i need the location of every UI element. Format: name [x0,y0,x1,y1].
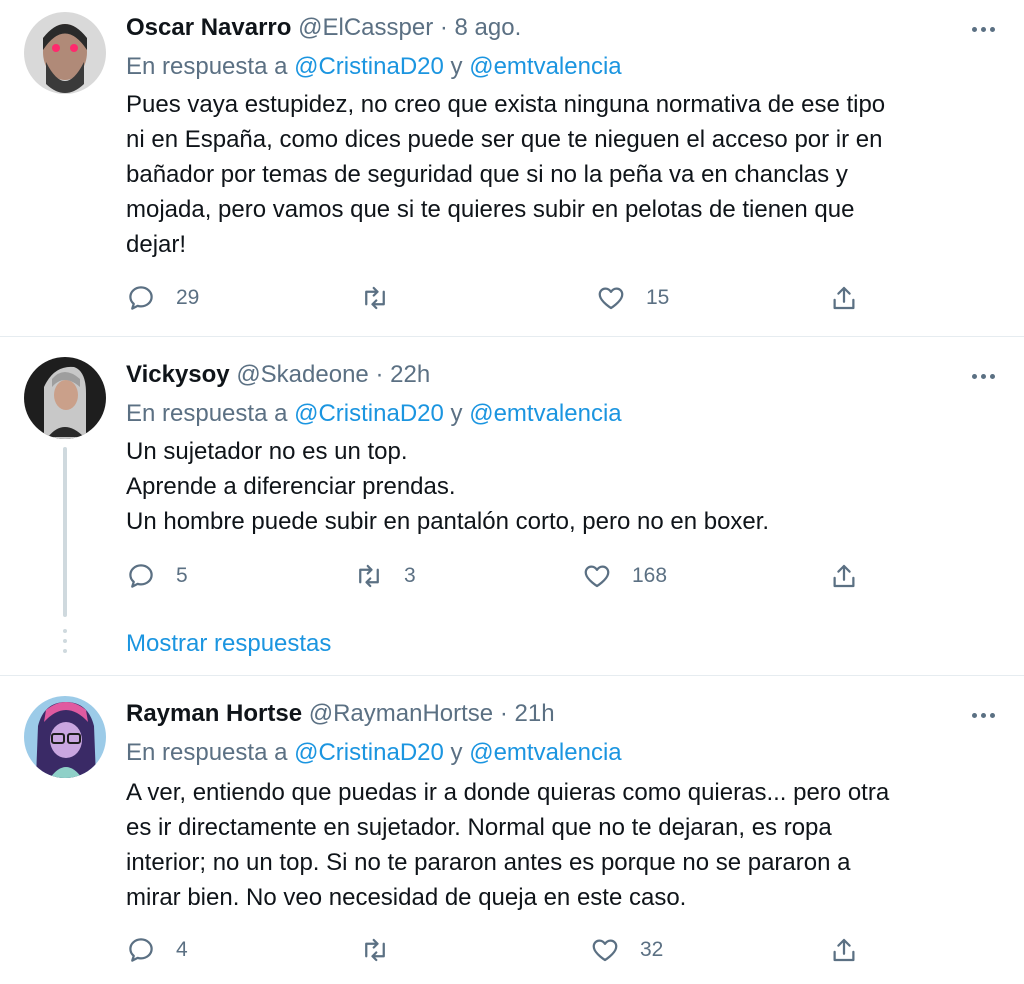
tweet-vickysoy[interactable]: Vickysoy @Skadeone · 22h En respuesta a … [0,337,1024,675]
reply-joiner: y [450,400,463,427]
author-name[interactable]: Vickysoy [126,361,230,388]
mention-link[interactable]: @emtvalencia [469,739,621,766]
reply-prefix: En respuesta a [126,739,288,766]
reply-joiner: y [450,739,463,766]
more-icon[interactable] [968,700,998,730]
author-name[interactable]: Rayman Hortse [126,700,302,727]
tweet-oscar-navarro[interactable]: Oscar Navarro @ElCassper · 8 ago. En res… [0,0,1024,336]
like-count: 168 [632,564,668,587]
avatar[interactable] [24,357,106,439]
avatar[interactable] [24,696,106,778]
like-count: 15 [646,286,670,309]
tweet-rayman-hortse[interactable]: Rayman Hortse @RaymanHortse · 21h En res… [0,676,1024,984]
like-button[interactable]: 15 [596,278,669,318]
tweet-text-line: interior; no un top. Si no te pararon an… [126,849,851,876]
tweet-text-line: ni en España, como dices puede ser que t… [126,126,883,153]
reply-joiner: y [450,53,463,80]
tweet-text-line: dejar! [126,231,187,258]
tweet-actions: 4 32 [126,930,886,970]
mention-link[interactable]: @emtvalencia [469,53,621,80]
share-button[interactable] [829,278,859,318]
like-icon [592,939,618,962]
mention-link[interactable]: @CristinaD20 [294,400,444,427]
reply-button[interactable]: 5 [126,556,188,596]
reply-prefix: En respuesta a [126,400,288,427]
tweet-text-line: Pues vaya estupidez, no creo que exista … [126,91,886,118]
show-replies-link[interactable]: Mostrar respuestas [126,628,331,660]
like-button[interactable]: 168 [582,556,667,596]
thread-dots [63,629,67,659]
tweet-text-line: Un sujetador no es un top. [126,438,408,465]
author-handle[interactable]: @RaymanHortse [309,700,493,727]
reply-context: En respuesta a @CristinaD20 y @emtvalenc… [126,737,622,769]
tweet-text: A ver, entiendo que puedas ir a donde qu… [126,775,986,915]
retweet-count: 3 [404,564,416,587]
retweet-icon [365,286,385,310]
reply-button[interactable]: 4 [126,930,188,970]
mention-link[interactable]: @emtvalencia [469,400,621,427]
tweet-actions: 29 15 [126,278,886,318]
tweet-text-line: bañador por temas de seguridad que si no… [126,161,848,188]
tweet-header: Vickysoy @Skadeone · 22h [126,359,430,391]
reply-context: En respuesta a @CristinaD20 y @emtvalenc… [126,398,622,430]
reply-icon [129,938,153,962]
separator: · [439,14,448,41]
timestamp[interactable]: 21h [515,700,555,727]
reply-context: En respuesta a @CristinaD20 y @emtvalenc… [126,51,622,83]
share-button[interactable] [829,930,859,970]
avatar-image [24,696,106,778]
author-name[interactable]: Oscar Navarro [126,14,291,41]
share-icon [833,938,855,962]
timestamp[interactable]: 22h [390,361,430,388]
more-icon[interactable] [968,14,998,44]
tweet-actions: 5 3 168 [126,556,886,596]
like-icon [584,565,610,588]
tweet-text-line: Aprende a diferenciar prendas. [126,473,456,500]
tweet-text: Pues vaya estupidez, no creo que exista … [126,87,986,262]
like-count: 32 [640,938,664,961]
author-handle[interactable]: @Skadeone [236,361,368,388]
separator: · [499,700,508,727]
reply-prefix: En respuesta a [126,53,288,80]
tweet-text-line: es ir directamente en sujetador. Normal … [126,814,832,841]
retweet-icon [359,564,379,588]
avatar-image [24,357,106,439]
avatar[interactable] [24,12,106,94]
avatar-image [24,12,106,94]
tweet-header: Oscar Navarro @ElCassper · 8 ago. [126,12,521,44]
timestamp[interactable]: 8 ago. [455,14,522,41]
share-icon [833,286,855,310]
retweet-button[interactable] [360,278,410,318]
mention-link[interactable]: @CristinaD20 [294,739,444,766]
tweet-text-line: A ver, entiendo que puedas ir a donde qu… [126,779,890,806]
separator: · [375,361,384,388]
tweet-text-line: mojada, pero vamos que si te quieres sub… [126,196,855,223]
tweet-text-line: Un hombre puede subir en pantalón corto,… [126,508,770,535]
author-handle[interactable]: @ElCassper [298,14,433,41]
share-button[interactable] [829,556,859,596]
share-icon [833,564,855,588]
reply-icon [129,564,153,588]
tweet-feed: Oscar Navarro @ElCassper · 8 ago. En res… [0,0,1024,984]
tweet-header: Rayman Hortse @RaymanHortse · 21h [126,698,555,730]
like-icon [598,287,624,310]
reply-count: 5 [176,564,188,587]
like-button[interactable]: 32 [590,930,663,970]
mention-link[interactable]: @CristinaD20 [294,53,444,80]
more-icon[interactable] [968,361,998,391]
tweet-text-line: mirar bien. No veo necesidad de queja en… [126,884,687,911]
retweet-icon [365,938,385,962]
reply-count: 29 [176,286,200,309]
reply-button[interactable]: 29 [126,278,199,318]
tweet-text: Un sujetador no es un top. Aprende a dif… [126,434,986,539]
retweet-button[interactable]: 3 [354,556,416,596]
retweet-button[interactable] [360,930,410,970]
thread-line [63,447,67,617]
reply-icon [129,286,153,310]
reply-count: 4 [176,938,188,961]
